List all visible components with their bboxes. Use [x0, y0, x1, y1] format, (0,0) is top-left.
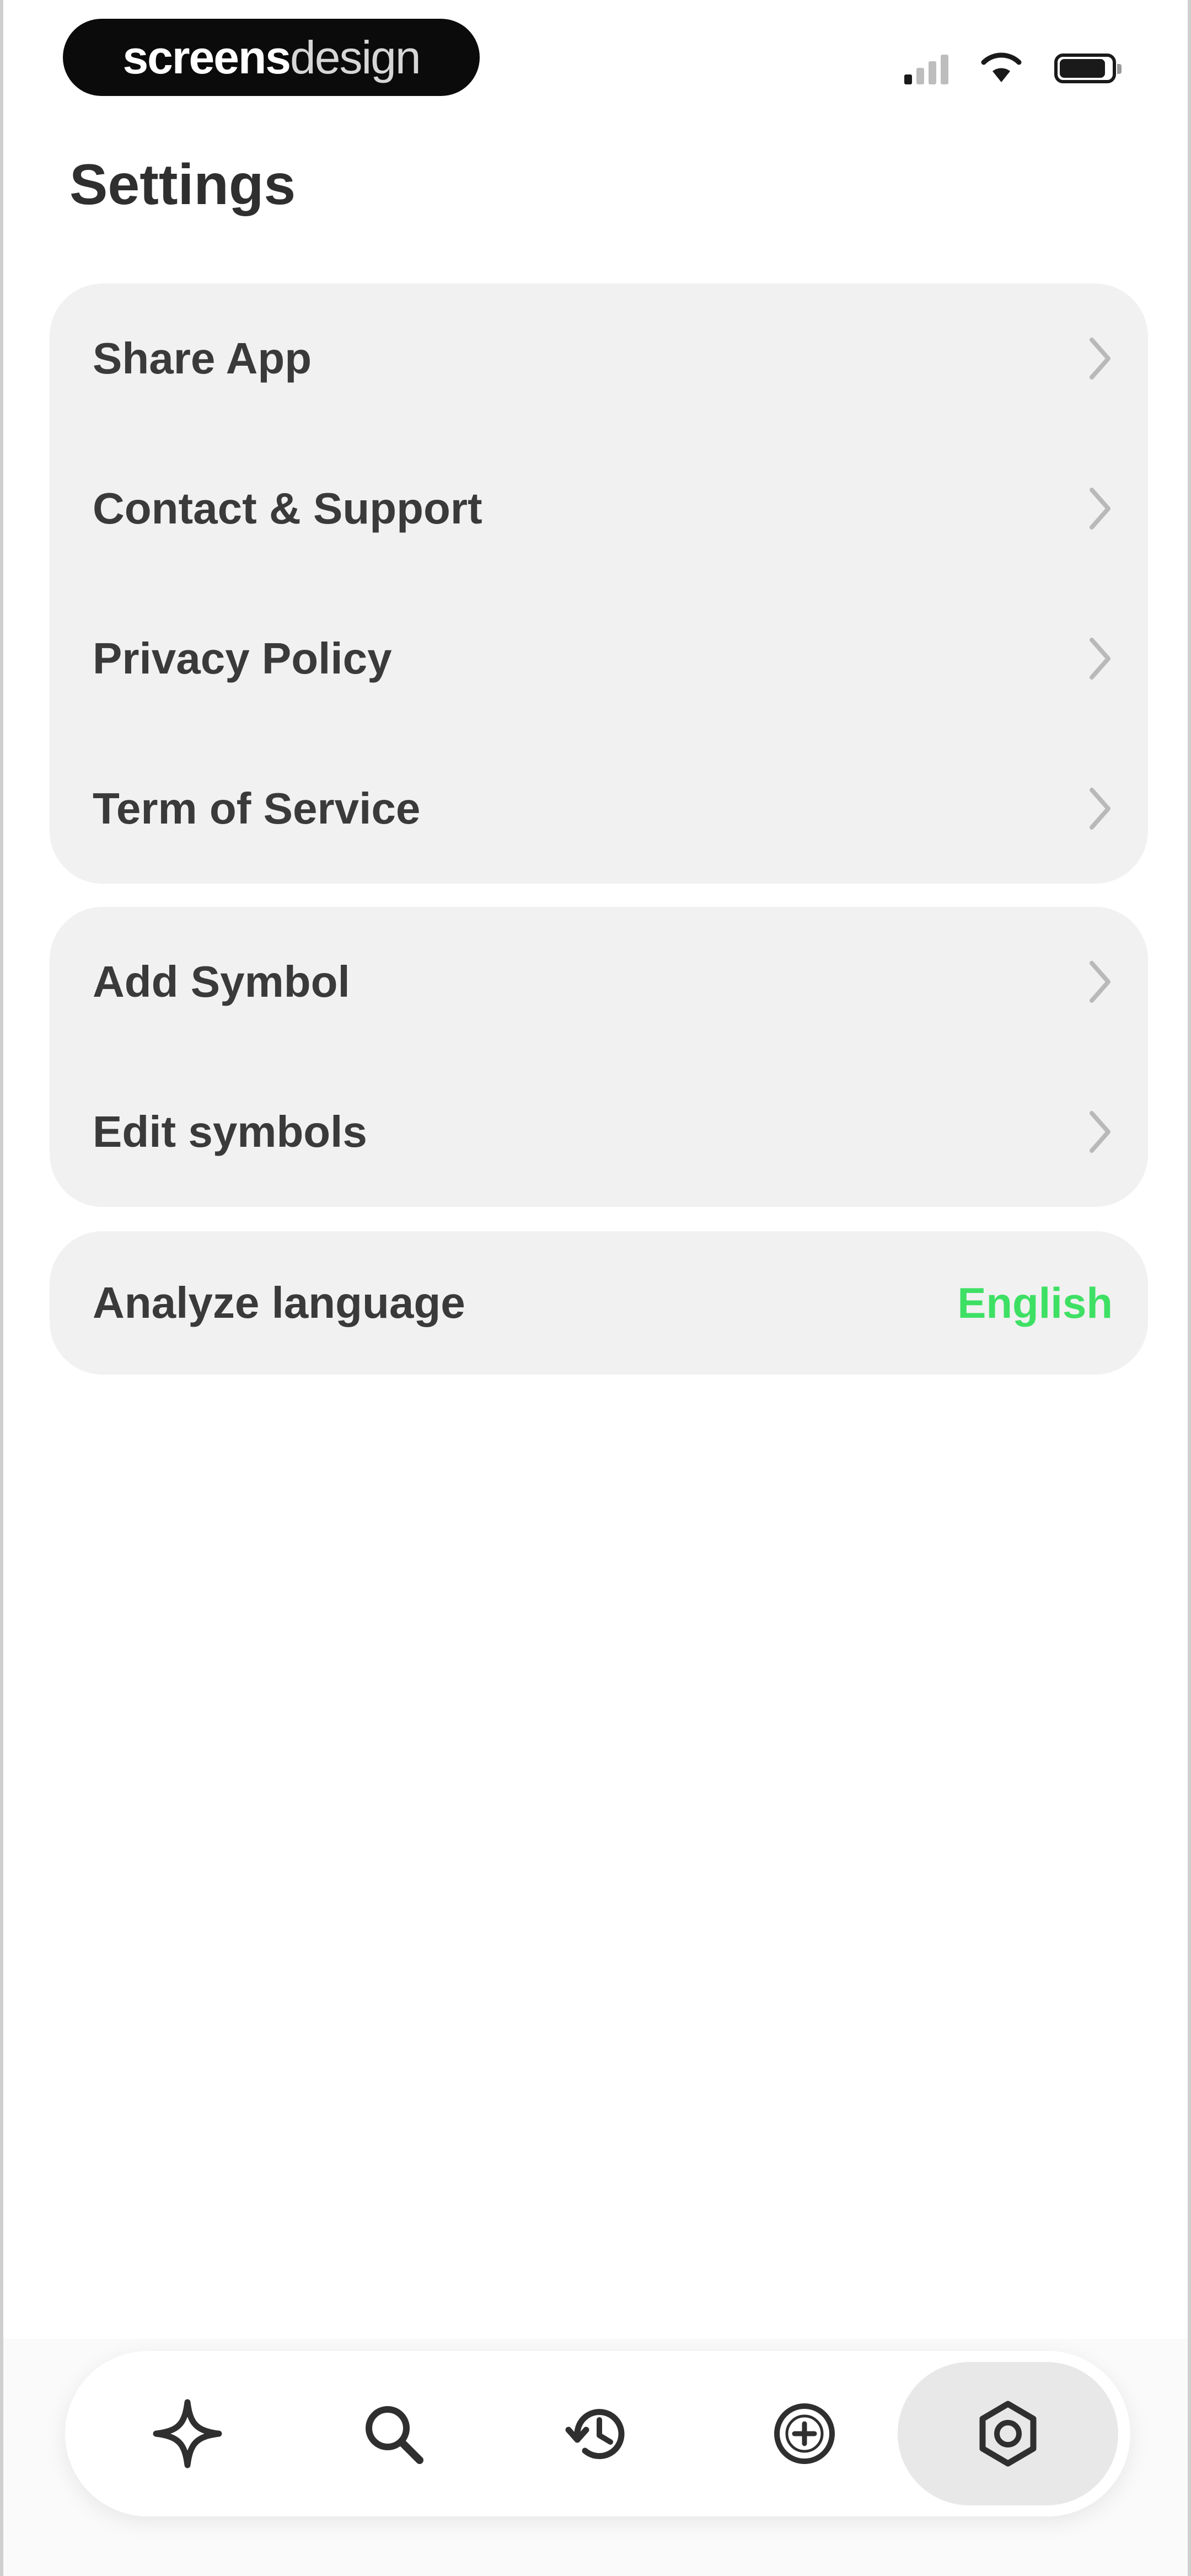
row-label: Term of Service: [93, 784, 421, 833]
brand-part-2: design: [290, 31, 421, 83]
row-label: Edit symbols: [93, 1107, 367, 1156]
tab-settings[interactable]: [898, 2362, 1118, 2505]
row-analyze-language[interactable]: Analyze language English: [50, 1231, 1148, 1375]
status-bar: screens design: [3, 0, 1188, 116]
chevron-right-icon: [1086, 785, 1113, 832]
row-contact-support[interactable]: Contact & Support: [50, 434, 1148, 584]
settings-screen: screens design Settings Share App Contact…: [0, 0, 1191, 2576]
add-circle-icon: [770, 2399, 839, 2468]
tab-history[interactable]: [489, 2362, 709, 2505]
chevron-right-icon: [1086, 485, 1113, 532]
chevron-right-icon: [1086, 1109, 1113, 1155]
settings-group-language: Analyze language English: [50, 1231, 1148, 1375]
search-icon: [360, 2401, 426, 2467]
chevron-right-icon: [1086, 635, 1113, 682]
settings-group-general: Share App Contact & Support Privacy Poli…: [50, 284, 1148, 884]
row-edit-symbols[interactable]: Edit symbols: [50, 1057, 1148, 1207]
status-icons: [904, 46, 1122, 90]
row-label: Contact & Support: [93, 484, 482, 533]
tab-add[interactable]: [694, 2362, 915, 2505]
settings-group-symbols: Add Symbol Edit symbols: [50, 907, 1148, 1207]
chevron-right-icon: [1086, 335, 1113, 382]
tab-sparkle[interactable]: [77, 2362, 298, 2505]
cellular-signal-icon: [904, 52, 948, 84]
brand-part-1: screens: [122, 31, 291, 83]
row-add-symbol[interactable]: Add Symbol: [50, 907, 1148, 1057]
history-icon: [563, 2398, 635, 2470]
battery-icon: [1054, 54, 1122, 83]
page-title: Settings: [69, 153, 296, 217]
tab-search[interactable]: [283, 2362, 503, 2505]
language-value: English: [957, 1278, 1113, 1327]
row-label: Analyze language: [93, 1278, 465, 1327]
row-share-app[interactable]: Share App: [50, 284, 1148, 434]
wifi-icon: [979, 50, 1023, 87]
chevron-right-icon: [1086, 959, 1113, 1005]
row-privacy-policy[interactable]: Privacy Policy: [50, 584, 1148, 734]
row-label: Privacy Policy: [93, 634, 392, 683]
row-term-of-service[interactable]: Term of Service: [50, 734, 1148, 884]
row-label: Share App: [93, 334, 312, 383]
sparkle-icon: [152, 2398, 223, 2470]
row-label: Add Symbol: [93, 957, 350, 1006]
brand-logo: screens design: [63, 19, 480, 96]
settings-gear-icon: [974, 2399, 1042, 2468]
